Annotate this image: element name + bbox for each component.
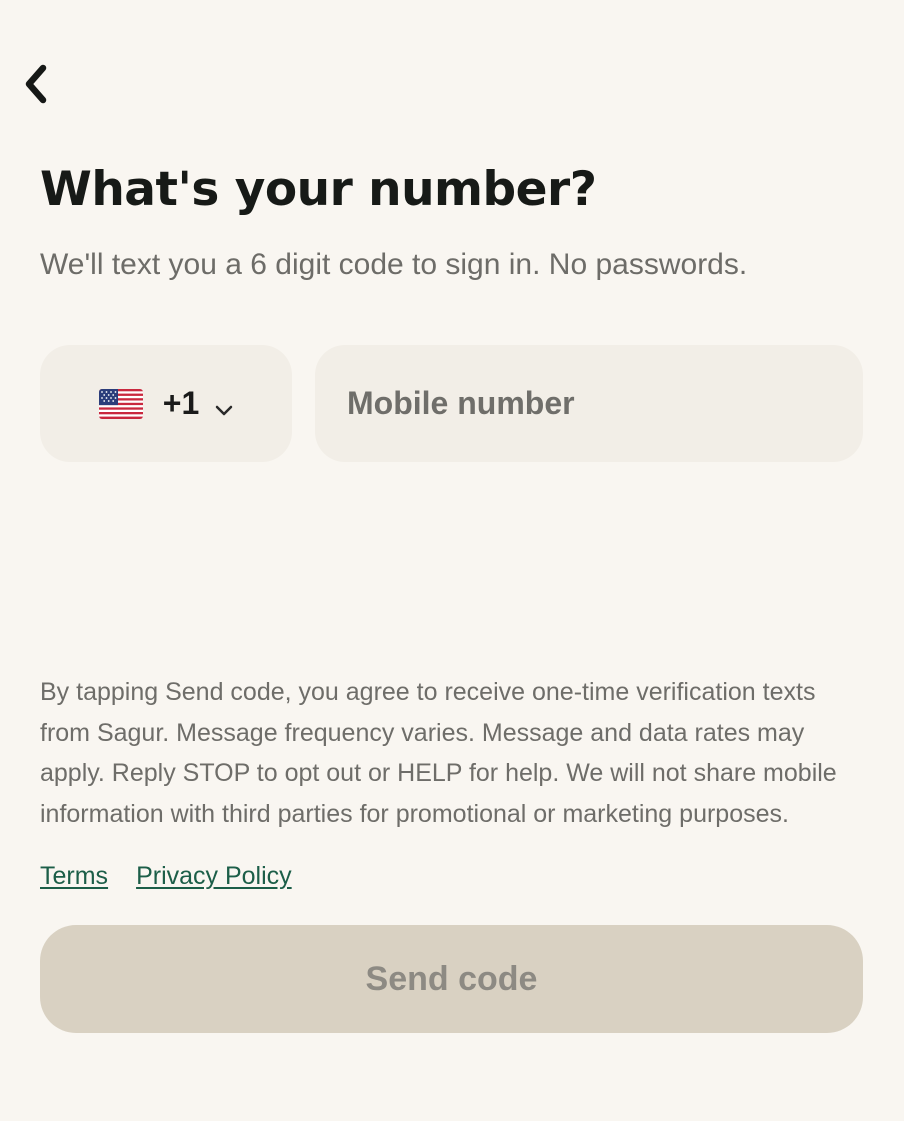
send-code-button[interactable]: Send code <box>40 925 863 1033</box>
back-button[interactable] <box>14 56 70 112</box>
chevron-left-icon <box>25 64 47 104</box>
privacy-policy-link[interactable]: Privacy Policy <box>136 862 292 891</box>
terms-link[interactable]: Terms <box>40 862 108 891</box>
legal-links: Terms Privacy Policy <box>40 862 292 891</box>
us-flag-icon <box>98 388 143 419</box>
page-subtitle: We'll text you a 6 digit code to sign in… <box>40 248 748 281</box>
country-code-select[interactable]: +1 <box>40 345 292 462</box>
dial-code: +1 <box>162 385 200 421</box>
page-title: What's your number? <box>40 162 597 217</box>
mobile-number-input[interactable] <box>315 345 863 462</box>
chevron-down-icon <box>215 405 233 415</box>
legal-disclaimer: By tapping Send code, you agree to recei… <box>40 678 837 828</box>
